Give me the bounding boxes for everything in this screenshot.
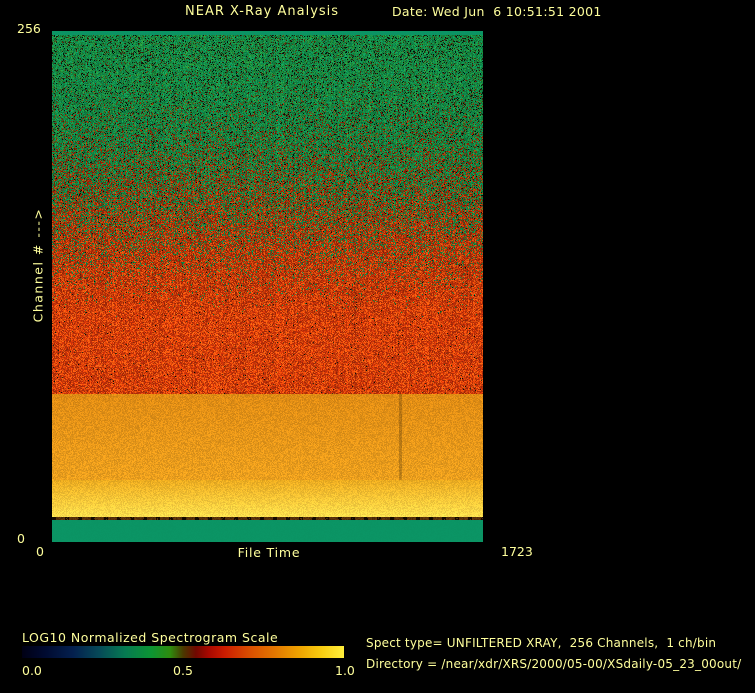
x-axis-min-label: 0 bbox=[36, 544, 44, 559]
colorbar-gradient bbox=[22, 646, 344, 658]
colorbar-title: LOG10 Normalized Spectrogram Scale bbox=[22, 630, 279, 645]
y-axis-title: Channel # ---> bbox=[30, 207, 46, 323]
colorbar-tick-high: 1.0 bbox=[335, 663, 355, 678]
page-title: NEAR X-Ray Analysis bbox=[185, 4, 340, 19]
y-axis-max-label: 256 bbox=[17, 21, 41, 36]
colorbar-tick-mid: 0.5 bbox=[173, 663, 193, 678]
date-label: Date: Wed Jun 6 10:51:51 2001 bbox=[392, 4, 602, 19]
directory-line: Directory = /near/xdr/XRS/2000/05-00/XSd… bbox=[366, 657, 742, 671]
x-axis-title: File Time bbox=[237, 545, 301, 560]
colorbar-tick-low: 0.0 bbox=[22, 663, 42, 678]
spect-type-line: Spect type= UNFILTERED XRAY, 256 Channel… bbox=[366, 636, 717, 650]
x-axis-max-label: 1723 bbox=[501, 544, 533, 559]
y-axis-min-label: 0 bbox=[17, 531, 25, 546]
spectrogram-canvas bbox=[52, 31, 483, 542]
